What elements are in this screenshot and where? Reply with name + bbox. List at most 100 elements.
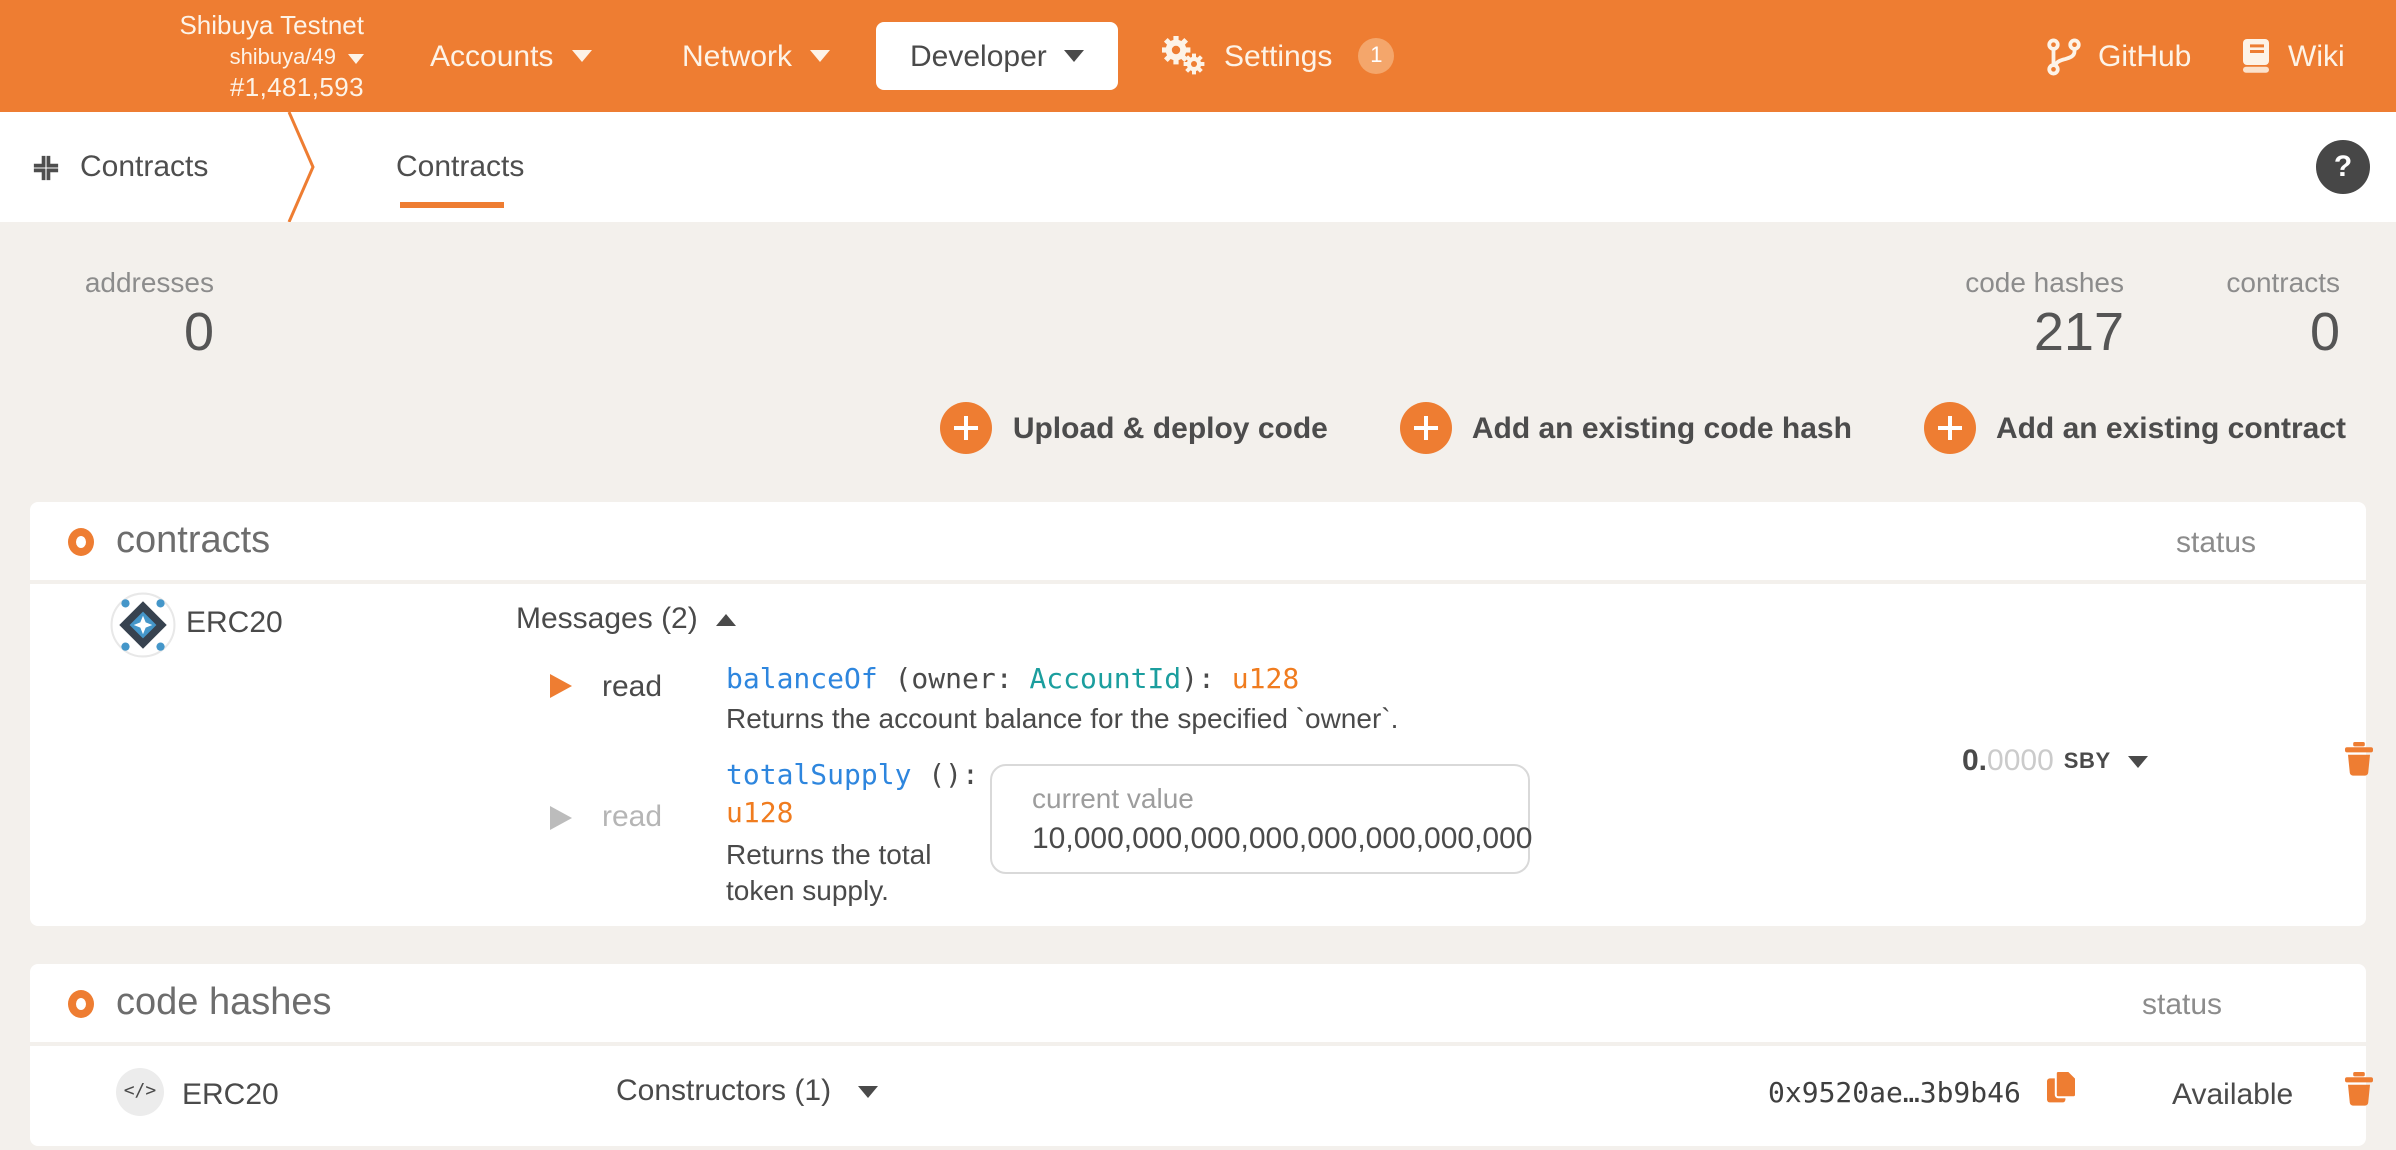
balance-unit: SBY — [2064, 749, 2111, 773]
status-column-header: status — [2176, 526, 2256, 560]
contract-name: ERC20 — [186, 606, 283, 640]
current-value: 10,000,000,000,000,000,000,000,000 — [1032, 822, 1533, 856]
menu-network[interactable]: Network — [682, 0, 830, 112]
chevron-down-icon — [348, 53, 364, 63]
code-hash-name: ERC20 — [182, 1078, 279, 1112]
message-doc: Returns the total token supply. — [726, 836, 950, 909]
code-hashes-table: code hashes status </> ERC20 Constructor… — [30, 964, 2366, 1146]
constructors-toggle[interactable]: Constructors (1) — [616, 1074, 877, 1108]
best-block-number: #1,481,593 — [16, 72, 364, 106]
stat-addresses-label: addresses — [74, 266, 214, 298]
section-dot-icon — [68, 527, 94, 555]
active-tab-underline — [400, 202, 504, 208]
delete-code-hash-button[interactable] — [2344, 1072, 2374, 1106]
summary-bar: addresses 0 code hashes 217 contracts 0 — [0, 222, 2396, 362]
github-link[interactable]: GitHub — [2046, 0, 2191, 112]
menu-settings-label: Settings — [1224, 39, 1332, 73]
menu-developer-label: Developer — [910, 39, 1047, 73]
code-hashes-table-header: code hashes status — [30, 964, 2366, 1046]
section-dot-icon — [68, 989, 94, 1017]
return-type: u128 — [726, 798, 793, 830]
menu-settings[interactable]: Settings 1 — [1162, 0, 1394, 112]
read-action-label-disabled[interactable]: read — [602, 800, 662, 834]
wiki-link[interactable]: Wiki — [2240, 0, 2345, 112]
settings-badge: 1 — [1358, 38, 1394, 74]
messages-toggle[interactable]: Messages (2) — [516, 602, 736, 636]
contracts-table: contracts status ERC20 Messages (2) re — [30, 502, 2366, 926]
actions-row: Upload & deploy code Add an existing cod… — [0, 362, 2396, 454]
book-icon — [2240, 38, 2272, 74]
menu-accounts-label: Accounts — [430, 39, 553, 73]
chain-selector[interactable]: Shibuya Testnet shibuya/49 #1,481,593 — [16, 10, 364, 106]
constructors-toggle-label: Constructors (1) — [616, 1074, 831, 1108]
stat-contracts-label: contracts — [2226, 266, 2340, 298]
app-title: Contracts — [80, 150, 208, 184]
app-window: Shibuya Testnet shibuya/49 #1,481,593 Ac… — [0, 0, 2396, 1150]
current-value-label: current value — [1032, 782, 1194, 814]
method-name: totalSupply — [726, 760, 911, 792]
code-hash-row: </> ERC20 Constructors (1) 0x9520ae…3b9b… — [30, 1046, 2366, 1146]
method-name: balanceOf — [726, 664, 878, 696]
status-column-header: status — [2142, 988, 2222, 1022]
chevron-down-icon — [857, 1085, 877, 1097]
signature-args: (): — [911, 760, 978, 792]
return-type: u128 — [1232, 664, 1299, 696]
tabs-bar: Contracts Contracts ? — [0, 112, 2396, 222]
help-button[interactable]: ? — [2316, 140, 2370, 194]
contracts-section-title: contracts — [116, 519, 270, 563]
chevron-up-icon — [716, 613, 736, 625]
messages-toggle-label: Messages (2) — [516, 602, 698, 636]
upload-deploy-code-button[interactable]: Upload & deploy code — [941, 402, 1328, 454]
copy-icon[interactable] — [2046, 1070, 2078, 1104]
chain-spec: shibuya/49 — [230, 44, 336, 73]
upload-deploy-code-label: Upload & deploy code — [1013, 411, 1328, 445]
stat-contracts: contracts 0 — [2226, 266, 2340, 361]
menu-developer-active[interactable]: Developer — [876, 22, 1119, 90]
message-doc: Returns the account balance for the spec… — [726, 700, 1398, 736]
code-hash-status: Available — [2172, 1078, 2293, 1112]
chain-name: Shibuya Testnet — [16, 10, 364, 44]
param-type: AccountId — [1029, 664, 1181, 696]
chevron-down-icon — [1065, 50, 1085, 62]
compress-icon — [32, 153, 60, 181]
balance-whole: 0. — [1962, 744, 1987, 778]
plus-icon — [941, 402, 993, 454]
code-icon: </> — [116, 1068, 164, 1116]
menu-network-label: Network — [682, 39, 792, 73]
breadcrumb-separator — [286, 112, 318, 222]
breadcrumb: Contracts — [32, 112, 208, 222]
add-existing-code-hash-label: Add an existing code hash — [1472, 411, 1852, 445]
add-existing-contract-label: Add an existing contract — [1996, 411, 2346, 445]
code-hash-value: 0x9520ae…3b9b46 — [1768, 1078, 2021, 1110]
chevron-down-icon — [810, 50, 830, 62]
stat-addresses-value: 0 — [74, 304, 214, 361]
contracts-table-header: contracts status — [30, 502, 2366, 584]
gears-icon — [1162, 36, 1206, 76]
github-label: GitHub — [2098, 39, 2191, 73]
contract-identicon — [110, 592, 176, 658]
wiki-label: Wiki — [2288, 39, 2345, 73]
chevron-down-icon — [2129, 755, 2149, 767]
delete-contract-button[interactable] — [2344, 742, 2374, 776]
balance-decimals: 0000 — [1987, 744, 2054, 778]
stat-code-hashes: code hashes 217 — [1965, 266, 2124, 361]
code-hashes-section-title: code hashes — [116, 981, 332, 1025]
message-signature-totalsupply: totalSupply (): — [726, 760, 979, 792]
stat-code-hashes-value: 217 — [1965, 304, 2124, 361]
top-menu-bar: Shibuya Testnet shibuya/49 #1,481,593 Ac… — [0, 0, 2396, 112]
plus-icon — [1924, 402, 1976, 454]
add-existing-contract-button[interactable]: Add an existing contract — [1924, 402, 2346, 454]
execute-read-button[interactable] — [550, 674, 572, 698]
add-existing-code-hash-button[interactable]: Add an existing code hash — [1400, 402, 1852, 454]
signature-close: ): — [1181, 664, 1232, 696]
stat-code-hashes-label: code hashes — [1965, 266, 2124, 298]
signature-args: (owner: — [878, 664, 1030, 696]
balance-denomination-dropdown[interactable]: 0. 0000 SBY — [1962, 744, 2149, 778]
execute-read-button-disabled[interactable] — [550, 806, 572, 830]
contract-row: ERC20 Messages (2) read balanceOf (owner… — [30, 584, 2366, 926]
read-action-label[interactable]: read — [602, 670, 662, 704]
chevron-down-icon — [571, 50, 591, 62]
menu-accounts[interactable]: Accounts — [430, 0, 591, 112]
message-signature-balanceof: balanceOf (owner: AccountId): u128 — [726, 664, 1299, 696]
code-branch-icon — [2046, 37, 2082, 75]
